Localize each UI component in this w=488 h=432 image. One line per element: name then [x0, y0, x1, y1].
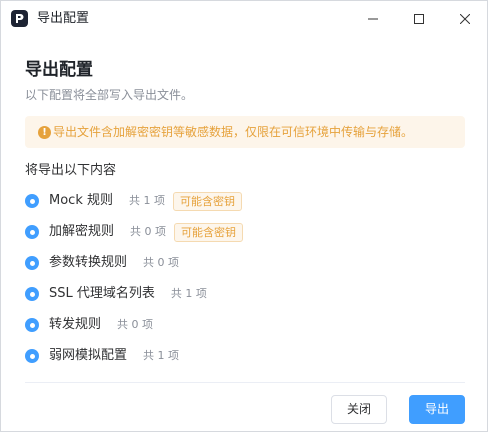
- close-icon: [460, 13, 470, 24]
- dialog-subtitle: 以下配置将全部写入导出文件。: [25, 88, 194, 102]
- warning-icon: !: [38, 125, 51, 139]
- app-logo-icon: [11, 10, 28, 27]
- title-bar: 导出配置: [1, 1, 487, 36]
- item-label: Mock 规则: [49, 193, 113, 208]
- close-button[interactable]: 关闭: [331, 395, 387, 424]
- export-button[interactable]: 导出: [409, 395, 465, 424]
- export-config-window: 导出配置 导出配置 以下配置将全部写入导出文件。 ! 导出文件含加解密密钥等敏感…: [0, 0, 488, 432]
- radio-selected-icon: [25, 225, 39, 239]
- radio-selected-icon: [25, 256, 39, 270]
- list-item-param-rules: 参数转换规则 共 0 项: [25, 250, 179, 276]
- footer-divider: [25, 382, 465, 383]
- item-count: 共 0 项: [117, 318, 154, 331]
- radio-selected-icon: [25, 194, 39, 208]
- list-item-ssl-domains: SSL 代理域名列表 共 1 项: [25, 281, 207, 307]
- list-item-crypto-rules: 加解密规则 共 0 项 可能含密钥: [25, 219, 244, 245]
- window-title: 导出配置: [37, 11, 90, 26]
- item-count: 共 1 项: [143, 349, 180, 362]
- item-count: 共 1 项: [128, 194, 165, 207]
- item-count: 共 0 项: [130, 225, 167, 238]
- list-item-weak-network: 弱网模拟配置 共 1 项: [25, 343, 179, 369]
- minimize-icon: [368, 18, 378, 19]
- contains-key-badge: 可能含密钥: [172, 191, 242, 211]
- dialog-heading: 导出配置: [25, 60, 93, 80]
- list-item-forward-rules: 转发规则 共 0 项: [25, 312, 153, 338]
- item-label: 转发规则: [49, 317, 102, 332]
- contains-key-badge: 可能含密钥: [174, 222, 244, 242]
- minimize-button[interactable]: [350, 1, 396, 36]
- item-label: 弱网模拟配置: [49, 348, 128, 363]
- item-count: 共 1 项: [170, 287, 207, 300]
- item-label: SSL 代理域名列表: [49, 286, 155, 301]
- list-item-mock-rules: Mock 规则 共 1 项 可能含密钥: [25, 188, 242, 214]
- item-label: 加解密规则: [49, 224, 115, 239]
- section-title: 将导出以下内容: [25, 163, 117, 178]
- sensitive-data-warning: ! 导出文件含加解密密钥等敏感数据，仅限在可信环境中传输与存储。: [25, 116, 465, 148]
- item-count: 共 0 项: [143, 256, 180, 269]
- close-window-button[interactable]: [442, 1, 488, 36]
- maximize-icon: [414, 13, 424, 24]
- radio-selected-icon: [25, 318, 39, 332]
- item-label: 参数转换规则: [49, 255, 128, 270]
- maximize-button[interactable]: [396, 1, 442, 36]
- warning-text: 导出文件含加解密密钥等敏感数据，仅限在可信环境中传输与存储。: [53, 125, 414, 139]
- radio-selected-icon: [25, 349, 39, 363]
- radio-selected-icon: [25, 287, 39, 301]
